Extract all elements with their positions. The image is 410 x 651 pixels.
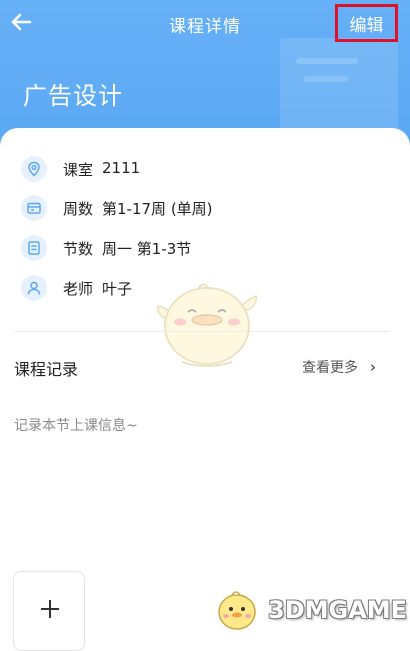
info-label: 课室 xyxy=(63,160,94,179)
info-row-weeks: 周数 第1-17周 (单周) xyxy=(21,194,213,222)
info-label: 老师 xyxy=(63,279,94,298)
info-row-teacher: 老师 叶子 xyxy=(21,274,132,302)
mascot-illustration xyxy=(156,283,258,367)
info-row-periods: 节数 周一 第1-3节 xyxy=(21,234,191,262)
info-label: 节数 xyxy=(63,239,94,258)
header-decoration xyxy=(280,38,398,130)
document-list-icon xyxy=(21,235,47,261)
location-pin-icon xyxy=(21,156,47,182)
view-more-label: 查看更多 xyxy=(302,360,358,376)
info-row-classroom: 课室 2111 xyxy=(21,155,140,183)
watermark: 3DMGAME xyxy=(212,585,407,635)
info-label: 周数 xyxy=(63,199,94,218)
section-divider xyxy=(14,331,390,332)
watermark-text: 3DMGAME xyxy=(268,596,408,624)
mascot-logo-icon xyxy=(218,591,256,630)
records-section-title: 课程记录 xyxy=(14,360,79,379)
info-value: 叶子 xyxy=(102,279,133,298)
edit-button[interactable]: 编辑 xyxy=(335,4,398,42)
info-value: 2111 xyxy=(102,158,141,177)
calendar-card-icon xyxy=(21,195,47,221)
course-name: 广告设计 xyxy=(23,82,123,110)
view-more-link[interactable]: 查看更多 › xyxy=(302,357,376,377)
edit-button-label: 编辑 xyxy=(349,15,384,36)
person-icon xyxy=(21,275,47,301)
plus-icon-stroke xyxy=(49,600,51,618)
records-empty-hint: 记录本节上课信息~ xyxy=(14,418,138,434)
info-value: 周一 第1-3节 xyxy=(102,239,192,258)
add-record-button[interactable] xyxy=(13,571,85,651)
info-value: 第1-17周 (单周) xyxy=(102,199,213,218)
header-decoration-line xyxy=(296,58,358,64)
chevron-right-icon: › xyxy=(370,358,376,376)
header-decoration-line xyxy=(304,76,348,82)
